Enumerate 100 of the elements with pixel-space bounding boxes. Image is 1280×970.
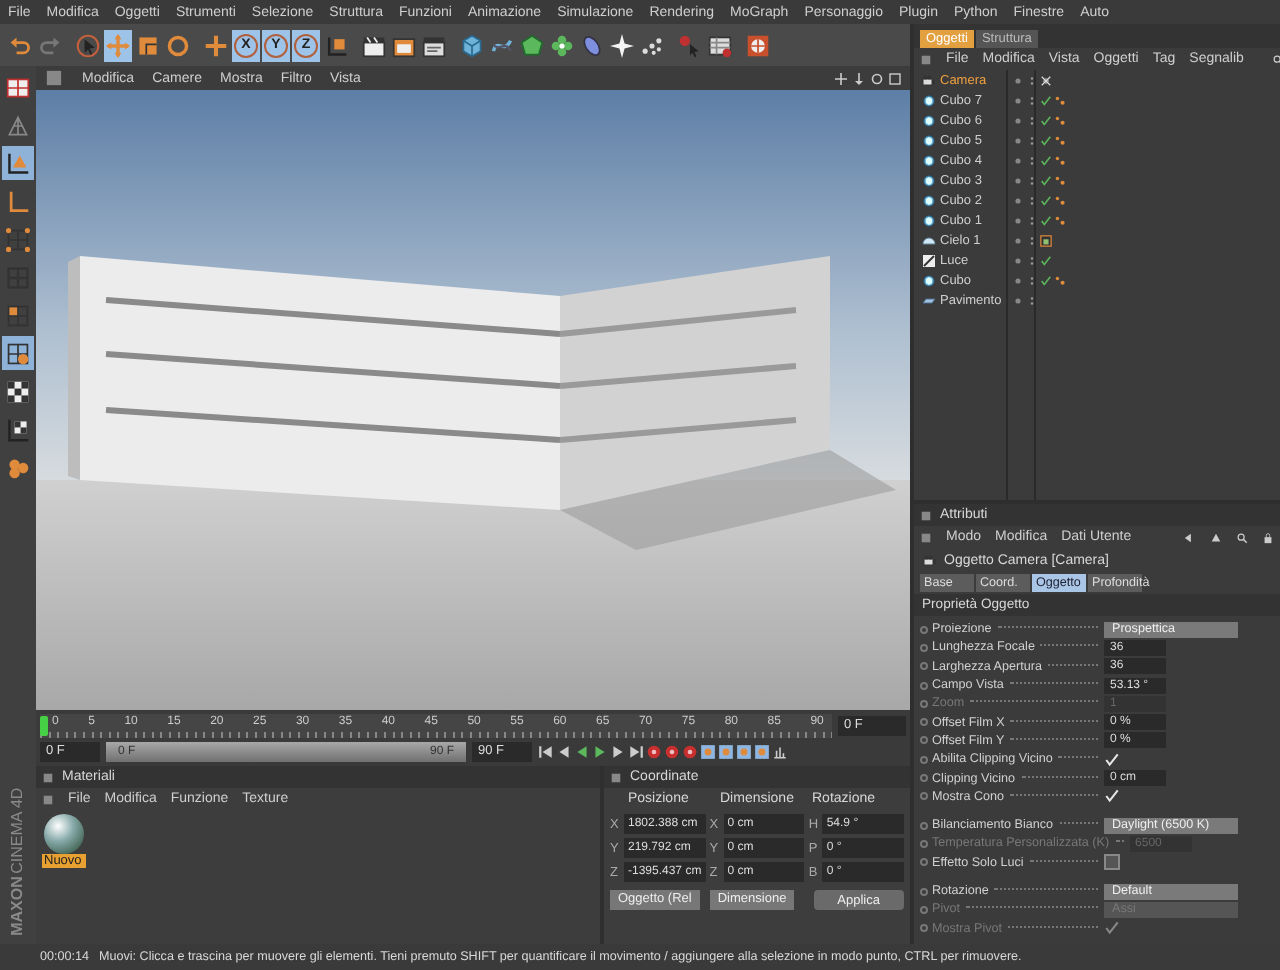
layer-dot-icon <box>1012 153 1024 167</box>
play-icon[interactable] <box>592 743 608 759</box>
floor-icon <box>922 293 936 307</box>
lock-icon[interactable] <box>1262 531 1274 543</box>
key-icon[interactable] <box>736 743 752 759</box>
keyframe-dot-icon[interactable] <box>920 643 928 652</box>
camera-icon <box>922 553 938 567</box>
keyframe-dot-icon[interactable] <box>920 924 928 933</box>
zoom-arrow-icon[interactable] <box>852 71 866 85</box>
cube-icon <box>460 33 484 57</box>
check-icon[interactable] <box>1040 273 1052 287</box>
check-icon[interactable] <box>1040 193 1052 207</box>
panel-grip-icon <box>610 771 622 783</box>
check-icon[interactable] <box>1040 213 1052 227</box>
left-arrow-icon[interactable] <box>1184 531 1196 543</box>
clapperboard-icon <box>392 33 416 57</box>
mesh-icon <box>6 113 30 137</box>
step-back-icon[interactable] <box>556 743 572 759</box>
layer-dot-icon <box>1012 273 1024 287</box>
check-icon[interactable] <box>1040 93 1052 107</box>
triangle-axis-icon <box>6 151 30 175</box>
keyframe-dot-icon[interactable] <box>920 839 928 848</box>
tag-icon[interactable] <box>1040 233 1052 247</box>
cube-icon <box>922 193 936 207</box>
key-icon[interactable] <box>718 743 734 759</box>
keyframe-dot-icon[interactable] <box>920 774 928 783</box>
keyframe-dot-icon[interactable] <box>920 736 928 745</box>
orbit-icon[interactable] <box>870 71 884 85</box>
clapperboard-icon <box>362 33 386 57</box>
layer-dot-icon <box>1012 233 1024 247</box>
logo-text: MAXON <box>10 876 26 936</box>
keyframe-dot-icon[interactable] <box>920 887 928 895</box>
keyframe-dot-icon[interactable] <box>920 681 928 690</box>
skip-start-icon[interactable] <box>538 743 554 759</box>
layer-dot-icon <box>1012 133 1024 147</box>
cube-icon <box>922 153 936 167</box>
keyframe-dot-icon[interactable] <box>920 821 928 830</box>
check-icon[interactable] <box>1040 153 1052 167</box>
nurbs-tool-button[interactable] <box>518 29 546 61</box>
keyframe-dot-icon[interactable] <box>920 905 928 914</box>
render-icon <box>746 33 770 57</box>
keyframe-dot-icon[interactable] <box>920 699 928 708</box>
keyframe-dot-icon[interactable] <box>920 662 928 671</box>
sparkle-icon <box>610 33 634 57</box>
play-backward-icon[interactable] <box>574 743 590 759</box>
mode-button[interactable] <box>2 146 34 180</box>
layer-dot-icon <box>1012 93 1024 107</box>
panel-grip-icon <box>920 53 932 65</box>
cursor-icon <box>678 33 702 57</box>
key-icon[interactable] <box>754 743 770 759</box>
check-icon[interactable] <box>1040 253 1052 267</box>
keyframe-dot-icon[interactable] <box>920 718 928 727</box>
move-icon <box>106 33 130 57</box>
select-tool-button[interactable] <box>74 29 102 61</box>
step-forward-icon[interactable] <box>610 743 626 759</box>
material-tag-icon[interactable] <box>1054 273 1066 287</box>
keyframe-dot-icon[interactable] <box>920 858 928 867</box>
keyframe-dot-icon[interactable] <box>920 792 928 801</box>
cluster-icon <box>6 455 30 479</box>
rotate-icon <box>166 33 190 57</box>
checkbox[interactable] <box>1104 854 1120 871</box>
mode-button[interactable] <box>2 336 34 370</box>
crosshair-icon[interactable] <box>1040 73 1052 87</box>
sky-icon <box>922 233 936 247</box>
move-tool-button[interactable] <box>104 29 132 61</box>
keyframe-dot-icon[interactable] <box>920 755 928 764</box>
keyframe-dot-icon[interactable] <box>920 625 928 634</box>
uv-grid-icon <box>6 341 30 365</box>
checker-axis-icon <box>6 417 30 441</box>
skip-end-icon[interactable] <box>628 743 644 759</box>
cube-icon <box>922 173 936 187</box>
check-icon[interactable] <box>1040 133 1052 147</box>
cube-icon <box>922 133 936 147</box>
layer-dot-icon <box>1012 253 1024 267</box>
checker-icon <box>6 379 30 403</box>
layer-dot-icon <box>1012 193 1024 207</box>
up-arrow-icon[interactable] <box>1210 531 1222 543</box>
camera-icon <box>922 73 936 87</box>
key-icon[interactable] <box>700 743 716 759</box>
playhead-marker[interactable] <box>40 715 48 735</box>
check-icon[interactable] <box>1040 173 1052 187</box>
layer-dot-icon <box>1012 173 1024 187</box>
material-thumbnail[interactable] <box>44 814 84 854</box>
search-icon[interactable] <box>1236 531 1248 543</box>
axis-icon <box>324 33 348 57</box>
cube-tool-button[interactable] <box>458 29 486 61</box>
dots-icon <box>640 33 664 57</box>
check-icon[interactable] <box>1040 113 1052 127</box>
search-icon[interactable] <box>1271 53 1280 65</box>
points-icon <box>6 227 30 251</box>
cube-icon <box>922 213 936 227</box>
maximize-icon[interactable] <box>888 71 902 85</box>
logo-text: CINEMA 4D <box>10 788 26 875</box>
cube-icon <box>922 113 936 127</box>
layer-dot-icon <box>1012 73 1024 87</box>
cube-icon <box>922 93 936 107</box>
keyframe-icon[interactable] <box>772 743 788 759</box>
cursor-icon <box>76 33 100 57</box>
cube-icon <box>922 273 936 287</box>
pan-icon[interactable] <box>834 71 848 85</box>
